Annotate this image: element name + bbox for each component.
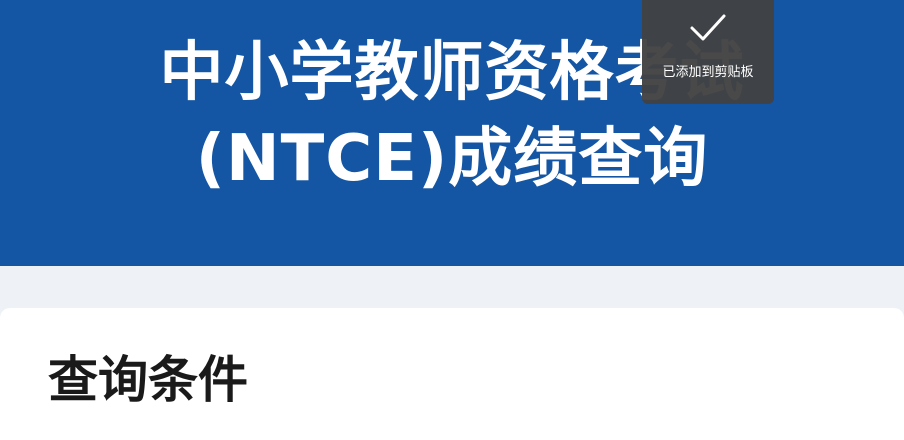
query-conditions-title: 查询条件 xyxy=(48,351,248,409)
section-gap xyxy=(0,266,904,308)
checkmark-icon xyxy=(690,14,726,41)
query-conditions-card: 查询条件 xyxy=(0,308,904,440)
page-title-line-2: (NTCE)成绩查询 xyxy=(195,122,709,196)
toast-message: 已添加到剪贴板 xyxy=(662,65,754,80)
clipboard-toast: 已添加到剪贴板 xyxy=(642,0,774,104)
